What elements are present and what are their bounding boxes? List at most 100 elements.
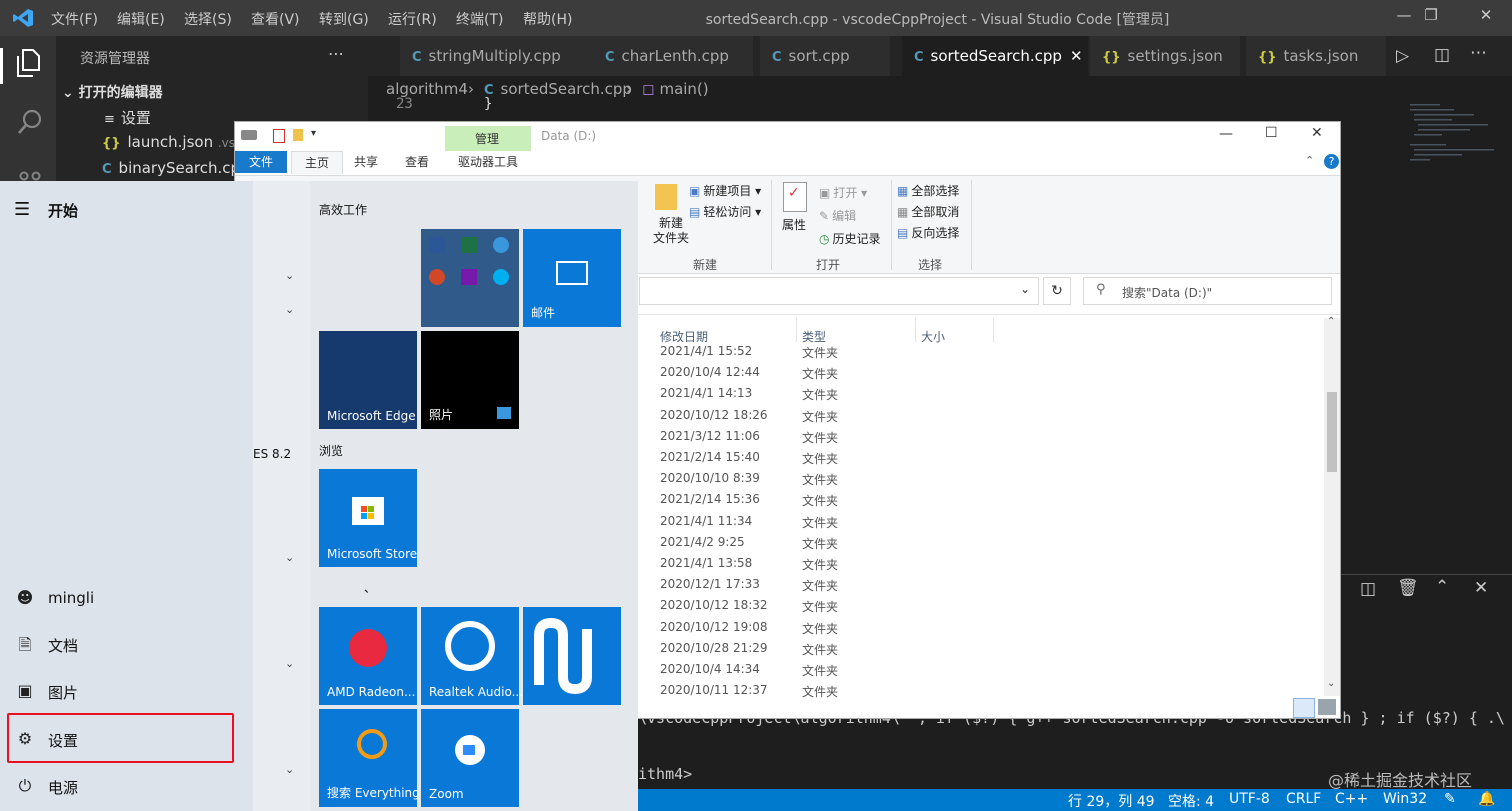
split-terminal-icon[interactable]: ◫ — [1360, 579, 1376, 599]
table-row[interactable]: 2021/3/12 11:06 文件夹 — [660, 427, 1340, 448]
run-icon[interactable]: ▷ — [1396, 46, 1409, 66]
table-row[interactable]: 2020/10/4 12:44 文件夹 — [660, 363, 1340, 384]
store-tile[interactable]: Microsoft Store — [319, 469, 417, 567]
quick-access-dropdown-icon[interactable]: ▾ — [311, 128, 316, 139]
chevron-down-icon[interactable]: ⌄ — [285, 657, 294, 670]
status-language[interactable]: C++ — [1335, 791, 1368, 807]
tab-view[interactable]: 查看 — [391, 151, 443, 173]
tab-file[interactable]: 文件 — [235, 151, 287, 173]
table-row[interactable]: 2021/4/2 9:25 文件夹 — [660, 533, 1340, 554]
details-view-icon[interactable] — [1293, 698, 1315, 718]
sidebar-item-documents[interactable]: 🗎 文档 — [0, 622, 253, 668]
tab-sortedsearch[interactable]: CsortedSearch.cpp ✕ — [902, 36, 1088, 76]
tab-sort[interactable]: Csort.cpp — [760, 36, 890, 76]
table-row[interactable]: 2020/10/11 12:37 文件夹 — [660, 681, 1340, 702]
vertical-scrollbar[interactable]: ⌃ ⌄ — [1324, 316, 1340, 696]
table-row[interactable]: 2021/4/1 15:52 文件夹 — [660, 342, 1340, 363]
tab-tasks-json[interactable]: {} tasks.json — [1246, 36, 1386, 76]
open-editor-item[interactable]: CbinarySearch.cpp — [102, 159, 250, 177]
edit-button[interactable]: ✎ 编辑 — [819, 207, 856, 224]
tab-share[interactable]: 共享 — [341, 151, 391, 173]
tab-stringmultiply[interactable]: CstringMultiply.cpp — [400, 36, 600, 76]
table-row[interactable]: 2021/2/14 15:40 文件夹 — [660, 448, 1340, 469]
minimize-icon[interactable]: — — [1219, 126, 1233, 142]
new-folder-button[interactable]: 新建 文件夹 — [653, 216, 689, 246]
chevron-down-icon[interactable]: ⌄ — [285, 551, 294, 564]
scroll-up-icon[interactable]: ⌃ — [1327, 316, 1335, 327]
sidebar-item-user[interactable]: ☻ mingli — [0, 576, 253, 622]
feedback-icon[interactable]: ✎ — [1444, 791, 1456, 807]
more-actions-icon[interactable]: ⋯ — [1470, 43, 1487, 63]
manage-tab[interactable]: 管理 — [475, 130, 499, 147]
tab-charlenth[interactable]: CcharLenth.cpp — [593, 36, 753, 76]
folder-quick-icon[interactable] — [293, 129, 303, 141]
sidebar-item-power[interactable]: ⏻ 电源 — [0, 764, 253, 810]
table-row[interactable]: 2020/10/12 18:26 文件夹 — [660, 406, 1340, 427]
address-bar[interactable]: ⌄ — [639, 277, 1039, 305]
realtek-audio-tile[interactable]: Realtek Audio... — [421, 607, 523, 705]
mail-tile[interactable]: 邮件 — [523, 229, 621, 327]
status-platform[interactable]: Win32 — [1383, 791, 1427, 807]
split-editor-icon[interactable]: ◫ — [1434, 45, 1450, 65]
edge-tile[interactable]: Microsoft Edge — [319, 331, 417, 429]
table-row[interactable]: 2021/2/14 15:36 文件夹 — [660, 490, 1340, 511]
office-tile[interactable] — [421, 229, 519, 327]
more-actions-icon[interactable]: ⋯ — [328, 44, 344, 63]
zoom-tile[interactable]: Zoom — [421, 709, 519, 807]
chevron-down-icon[interactable]: ⌄ — [285, 303, 294, 316]
status-cursor-position[interactable]: 行 29，列 49 — [1068, 791, 1155, 811]
close-panel-icon[interactable]: ✕ — [1474, 578, 1488, 598]
table-row[interactable]: 2020/10/4 14:34 文件夹 — [660, 660, 1340, 681]
open-button[interactable]: ▣ 打开 ▾ — [819, 184, 867, 201]
status-eol[interactable]: CRLF — [1286, 791, 1321, 807]
maximize-panel-icon[interactable]: ⌃ — [1435, 577, 1449, 597]
breadcrumb-file[interactable]: CsortedSearch.cpp — [484, 80, 632, 98]
scroll-down-icon[interactable]: ⌄ — [1327, 678, 1335, 689]
tab-home[interactable]: 主页 — [291, 151, 343, 174]
scrollbar-thumb[interactable] — [1327, 392, 1337, 472]
chevron-down-icon[interactable]: ⌄ — [285, 269, 294, 282]
tab-close-icon[interactable]: ✕ — [1070, 47, 1083, 65]
table-row[interactable]: 2020/10/28 21:29 文件夹 — [660, 639, 1340, 660]
properties-button[interactable]: 属性 — [782, 216, 806, 233]
table-row[interactable]: 2020/10/12 19:08 文件夹 — [660, 618, 1340, 639]
table-row[interactable]: 2020/10/12 18:32 文件夹 — [660, 596, 1340, 617]
new-item-button[interactable]: ▣ 新建项目 ▾ — [689, 182, 761, 199]
history-button[interactable]: ◷ 历史记录 — [819, 230, 881, 247]
table-row[interactable]: 2021/4/1 11:34 文件夹 — [660, 512, 1340, 533]
minimap[interactable] — [1408, 100, 1503, 220]
search-icon[interactable] — [16, 108, 44, 142]
table-row[interactable]: 2020/10/10 8:39 文件夹 — [660, 469, 1340, 490]
open-editors-header[interactable]: ⌄ 打开的编辑器 — [62, 82, 163, 102]
select-none-button[interactable]: ▦ 全部取消 — [897, 203, 959, 220]
close-icon[interactable]: ✕ — [1311, 125, 1323, 141]
app-tile[interactable] — [523, 607, 621, 705]
tab-drive-tools[interactable]: 驱动器工具 — [447, 151, 529, 173]
everything-tile[interactable]: 搜索 Everything — [319, 709, 420, 807]
hamburger-icon[interactable]: ☰ — [14, 199, 30, 220]
maximize-icon[interactable]: ☐ — [1265, 125, 1278, 141]
group-title-third[interactable]: 、 — [364, 579, 376, 596]
invert-selection-button[interactable]: ▤ 反向选择 — [897, 224, 959, 241]
chevron-down-icon[interactable]: ⌄ — [285, 763, 294, 776]
files-icon[interactable] — [14, 48, 42, 82]
table-row[interactable]: 2021/4/1 14:13 文件夹 — [660, 384, 1340, 405]
amd-radeon-tile[interactable]: AMD Radeon... — [319, 607, 417, 705]
open-editor-item[interactable]: ≡ 设置 — [104, 107, 151, 128]
address-dropdown-icon[interactable]: ⌄ — [1020, 282, 1030, 296]
bell-icon[interactable]: 🔔 — [1478, 791, 1495, 807]
properties-quick-icon[interactable] — [273, 129, 285, 143]
collapse-ribbon-icon[interactable]: ⌃ — [1305, 154, 1314, 167]
group-title-browse[interactable]: 浏览 — [319, 442, 343, 459]
table-row[interactable]: 2020/12/1 17:33 文件夹 — [660, 575, 1340, 596]
sidebar-item-pictures[interactable]: ▣ 图片 — [0, 669, 253, 715]
table-row[interactable]: 2021/4/1 13:58 文件夹 — [660, 554, 1340, 575]
tab-settings-json[interactable]: {} settings.json — [1090, 36, 1240, 76]
easy-access-button[interactable]: ▤ 轻松访问 ▾ — [689, 203, 761, 220]
close-icon[interactable]: ✕ — [1466, 6, 1506, 30]
photos-tile[interactable]: 照片 — [421, 331, 519, 429]
search-box[interactable]: ⚲ 搜索"Data (D:)" — [1083, 277, 1332, 305]
restore-icon[interactable]: ❐ — [1411, 6, 1451, 30]
open-editor-item[interactable]: {}launch.json .vsco — [102, 133, 249, 151]
status-indent[interactable]: 空格: 4 — [1168, 791, 1214, 811]
